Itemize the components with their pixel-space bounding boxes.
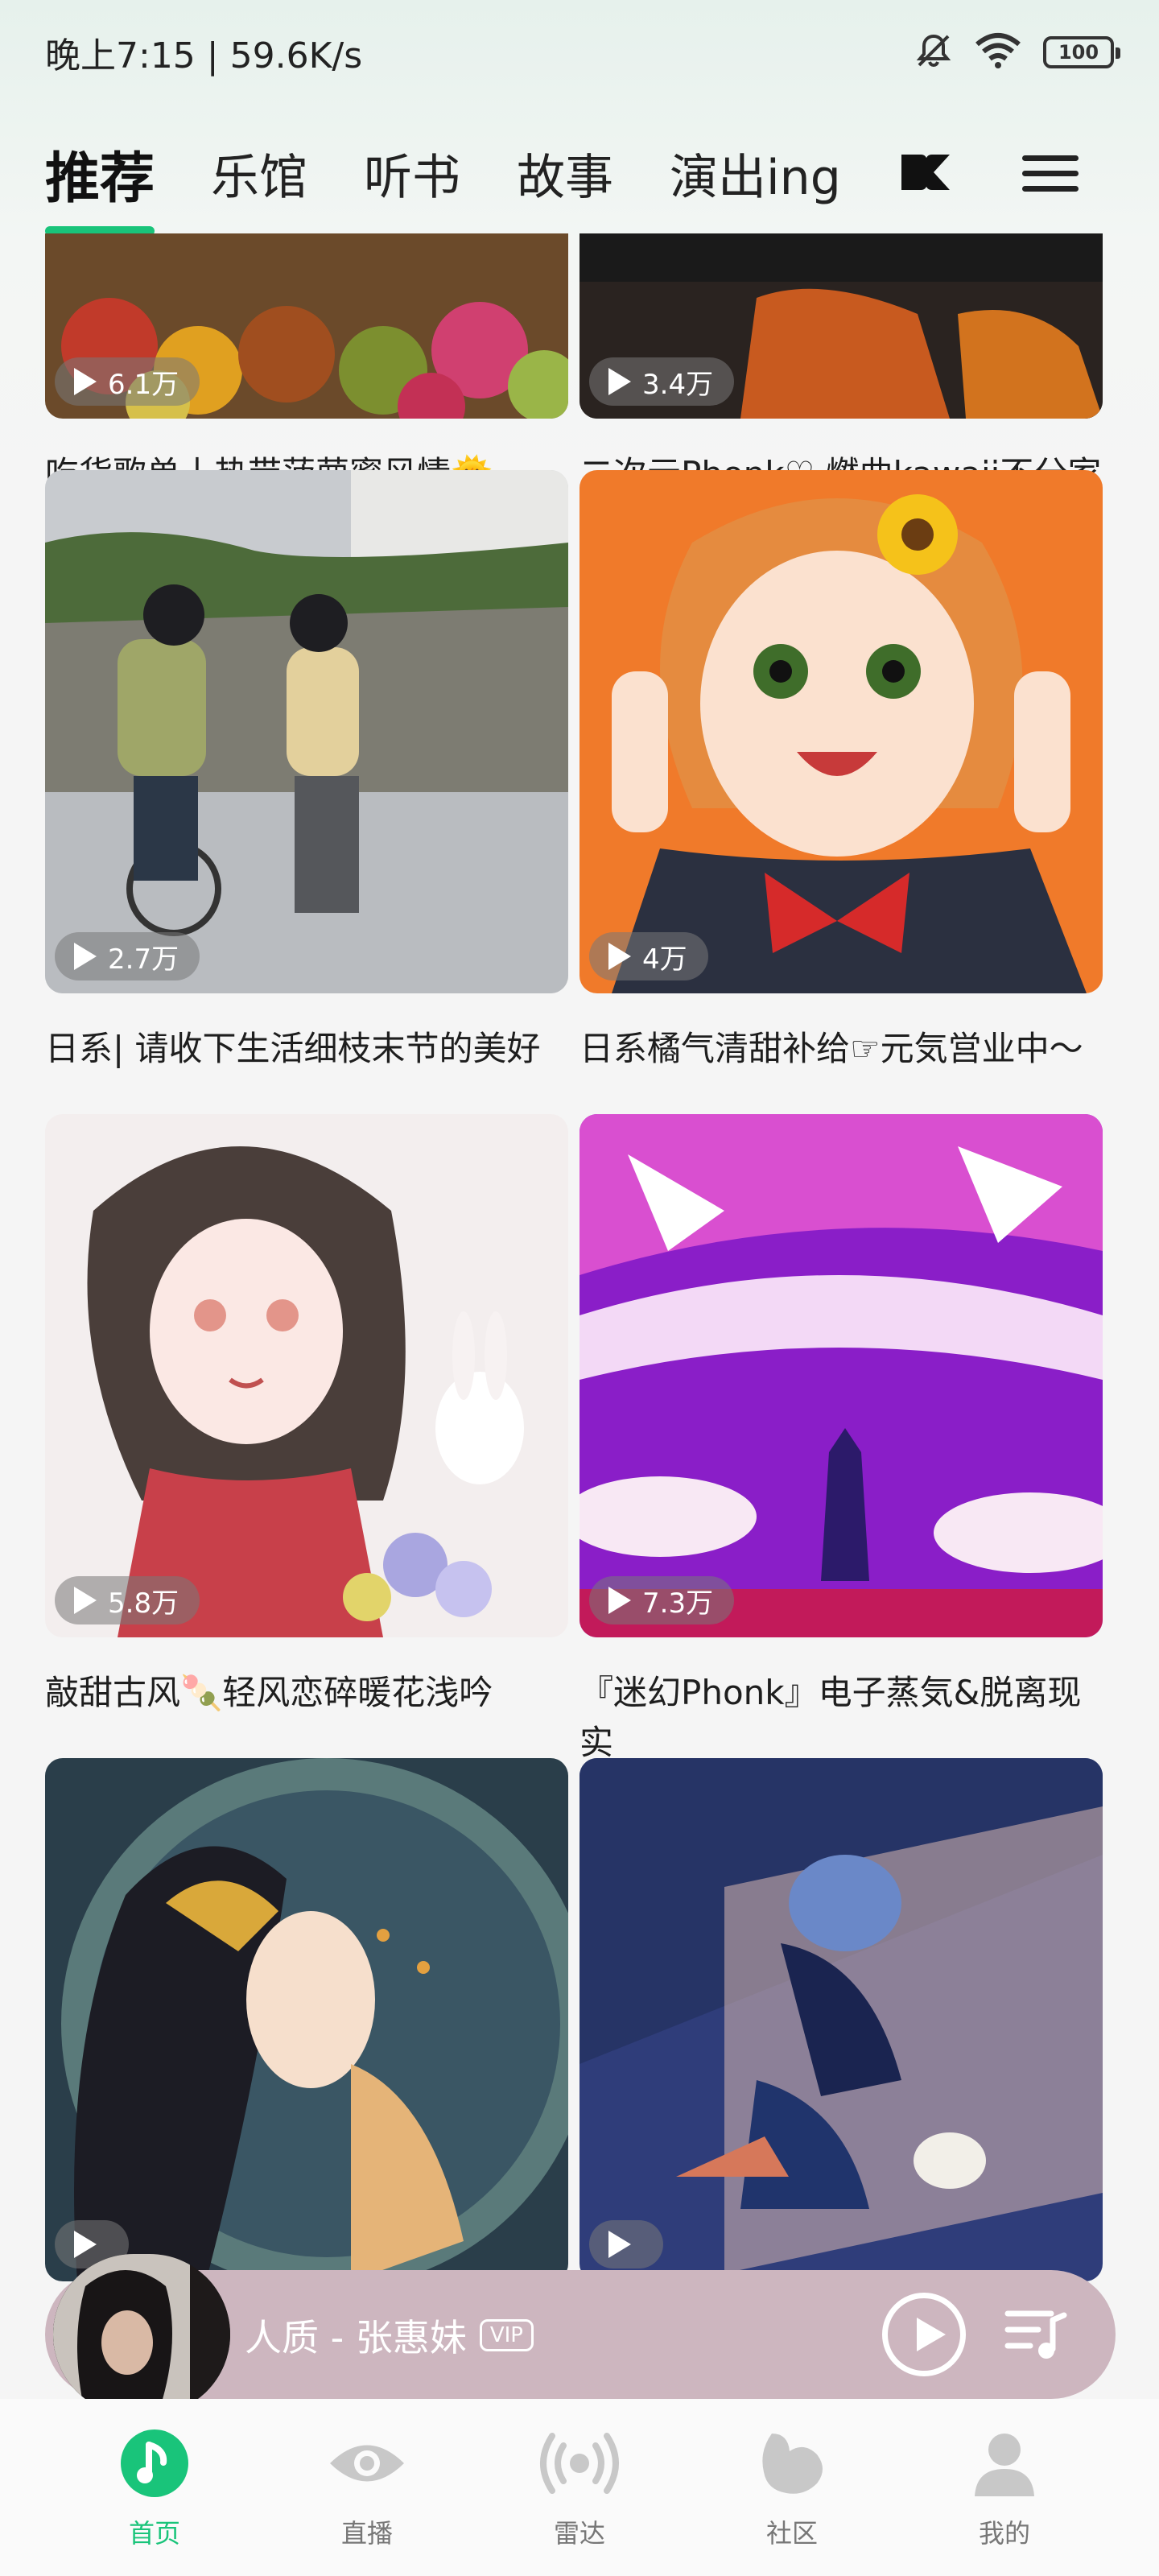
play-icon (74, 368, 97, 395)
nav-label: 我的 (978, 2518, 1030, 2549)
play-count-badge (589, 2220, 663, 2268)
community-icon (752, 2423, 832, 2504)
play-count-badge: 5.8万 (55, 1576, 200, 1624)
menu-line (1022, 185, 1079, 192)
menu-icon[interactable] (1022, 145, 1079, 201)
playlist-card[interactable]: 4万 日系橘气清甜补给☞元気営业中～ (580, 470, 1103, 1074)
now-playing-info[interactable]: 人质 - 张惠妹 VIP (245, 2309, 534, 2362)
playlist-card[interactable]: 7.3万 『迷幻Phonk』电子蒸気&脱离现实 (580, 1114, 1103, 1768)
playlist-icon[interactable] (1003, 2301, 1067, 2368)
menu-line (1022, 170, 1079, 176)
playlist-title[interactable]: 日系橘气清甜补给☞元気営业中～ (580, 1024, 1103, 1074)
vip-badge: VIP (479, 2319, 534, 2351)
menu-line (1022, 155, 1079, 161)
status-bar: 晚上7:15 | 59.6K/s 100 (0, 0, 1159, 105)
nav-community[interactable]: 社区 (711, 2399, 872, 2576)
playlist-title[interactable]: 敲甜古风🍡轻风恋碎暖花浅吟 (45, 1668, 568, 1718)
play-count: 6.1万 (108, 368, 179, 401)
bottom-nav: 首页 直播 雷达 社区 我的 (0, 2399, 1159, 2576)
playlist-title[interactable]: 『迷幻Phonk』电子蒸気&脱离现实 (580, 1668, 1103, 1768)
nav-profile[interactable]: 我的 (924, 2399, 1085, 2576)
play-count-badge: 6.1万 (55, 357, 200, 406)
play-icon (608, 2231, 631, 2258)
mute-bell-icon (914, 31, 953, 73)
playlist-cover: 7.3万 (580, 1114, 1103, 1637)
status-icons: 100 (914, 31, 1120, 73)
home-note-icon (114, 2423, 195, 2504)
playlist-card[interactable]: 6.1万 吃货歌单丨热带菠萝蜜风情🌞 (45, 233, 568, 499)
nav-label: 雷达 (553, 2518, 605, 2549)
playlist-feed[interactable]: 6.1万 吃货歌单丨热带菠萝蜜风情🌞 3.4万 二次元Phonk♡ 燃曲kawa… (0, 233, 1159, 2334)
play-count: 4万 (642, 943, 687, 976)
playlist-card[interactable]: 5.8万 敲甜古风🍡轻风恋碎暖花浅吟 (45, 1114, 568, 1718)
playlist-cover (580, 1758, 1103, 2281)
nav-radar[interactable]: 雷达 (499, 2399, 660, 2576)
playlist-card[interactable] (580, 1758, 1103, 2281)
playlist-cover: 6.1万 (45, 233, 568, 419)
nav-home[interactable]: 首页 (74, 2399, 235, 2576)
play-icon (608, 1587, 631, 1614)
playlist-card[interactable] (45, 1758, 568, 2281)
play-icon (74, 2231, 97, 2258)
play-count-badge: 2.7万 (55, 932, 200, 980)
play-count-badge: 7.3万 (589, 1576, 735, 1624)
play-count: 5.8万 (108, 1587, 179, 1620)
song-title: 人质 - 张惠妹 (245, 2316, 467, 2359)
wifi-icon (974, 31, 1022, 73)
playlist-title[interactable]: 日系| 请收下生活细枝末节的美好 (45, 1024, 568, 1074)
nav-label: 社区 (765, 2518, 818, 2549)
mini-player[interactable]: 人质 - 张惠妹 VIP (45, 2254, 1116, 2415)
play-icon (74, 1587, 97, 1614)
tab-shows[interactable]: 演出ing (670, 138, 841, 208)
nav-label: 直播 (340, 2518, 393, 2549)
radar-icon (539, 2423, 620, 2504)
playlist-cover: 2.7万 (45, 470, 568, 993)
playlist-cover: 3.4万 (580, 233, 1103, 419)
dc-logo-icon[interactable] (900, 151, 951, 196)
play-count-badge: 3.4万 (589, 357, 735, 406)
tab-music-hall[interactable]: 乐馆 (211, 138, 307, 208)
tab-audiobooks[interactable]: 听书 (364, 138, 460, 208)
now-playing-cover[interactable] (53, 2254, 230, 2415)
play-icon (74, 943, 97, 970)
play-button[interactable] (882, 2293, 966, 2376)
profile-icon (964, 2423, 1045, 2504)
nav-live[interactable]: 直播 (287, 2399, 448, 2576)
top-tab-bar: 推荐 乐馆 听书 故事 演出ing (0, 121, 1159, 236)
play-icon (608, 943, 631, 970)
play-count: 3.4万 (642, 368, 714, 401)
playlist-card[interactable]: 3.4万 二次元Phonk♡ 燃曲kawaii不分家 (580, 233, 1103, 499)
play-count-badge: 4万 (589, 932, 708, 980)
play-count: 2.7万 (108, 943, 179, 976)
battery-icon: 100 (1043, 36, 1120, 68)
nav-label: 首页 (128, 2518, 180, 2549)
playlist-cover: 5.8万 (45, 1114, 568, 1637)
playlist-cover: 4万 (580, 470, 1103, 993)
eye-icon (327, 2423, 407, 2504)
playlist-card[interactable]: 2.7万 日系| 请收下生活细枝末节的美好 (45, 470, 568, 1074)
status-time: 晚上7:15 | 59.6K/s (45, 35, 363, 76)
tab-recommend[interactable]: 推荐 (45, 134, 155, 236)
tab-stories[interactable]: 故事 (517, 138, 613, 208)
play-count: 7.3万 (642, 1587, 714, 1620)
playlist-cover (45, 1758, 568, 2281)
play-icon (608, 368, 631, 395)
